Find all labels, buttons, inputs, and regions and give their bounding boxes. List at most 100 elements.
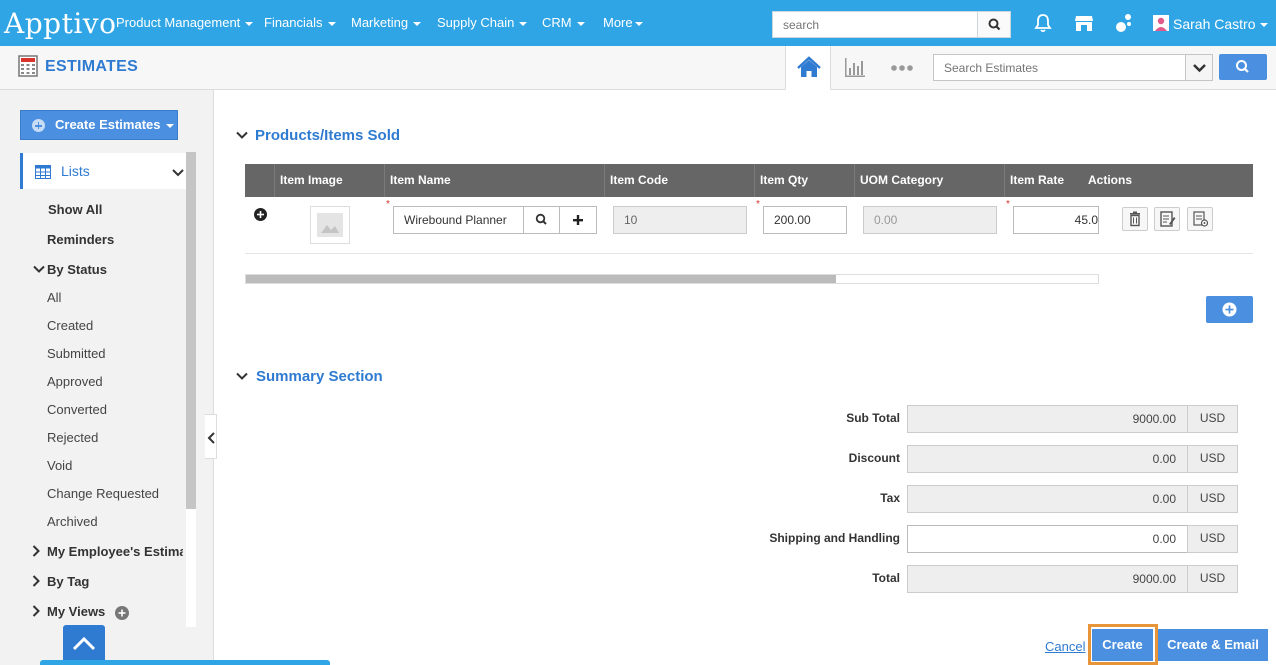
nav-supply-chain[interactable]: Supply Chain — [437, 15, 528, 30]
estimates-calculator-icon — [18, 55, 38, 77]
estimates-search-input[interactable] — [934, 55, 1184, 80]
integrations-icon[interactable] — [1113, 12, 1135, 34]
sidebar-item-my-views[interactable]: My Views — [47, 604, 105, 619]
global-search — [772, 11, 1011, 38]
create-button[interactable]: Create — [1092, 629, 1153, 661]
list-settings-icon — [1193, 211, 1209, 227]
item-search-button[interactable] — [523, 206, 560, 234]
image-icon — [317, 213, 343, 237]
bell-icon[interactable] — [1032, 12, 1054, 34]
nav-product-management[interactable]: Product Management — [116, 15, 254, 30]
store-icon[interactable] — [1073, 12, 1095, 34]
discount-label: Discount — [848, 451, 900, 465]
edit-note-icon — [1160, 211, 1176, 227]
col-item-image: Item Image — [280, 173, 343, 187]
user-avatar-icon — [1153, 15, 1169, 31]
summary-section-header[interactable]: Summary Section — [236, 368, 383, 385]
sidebar-collapse-toggle[interactable] — [205, 414, 217, 459]
add-item-button[interactable] — [559, 206, 597, 234]
plus-circle-icon — [32, 119, 45, 132]
search-icon — [988, 18, 1001, 31]
sidebar-status-converted[interactable]: Converted — [47, 402, 107, 417]
home-icon — [797, 56, 821, 77]
scroll-to-top-button[interactable] — [63, 625, 105, 665]
bottom-bar — [40, 660, 330, 665]
home-tab[interactable] — [785, 46, 831, 90]
nav-marketing[interactable]: Marketing — [351, 15, 422, 30]
tax-value: 0.00 — [907, 485, 1188, 513]
lists-label: Lists — [61, 163, 90, 179]
required-marker: * — [386, 199, 390, 210]
uom-category-field: 0.00 — [863, 206, 997, 234]
sidebar-scrollbar[interactable] — [186, 152, 196, 509]
top-navbar: Apptivo Product Management Financials Ma… — [0, 0, 1276, 46]
search-icon — [535, 213, 547, 225]
lists-header[interactable]: Lists — [20, 153, 186, 189]
sidebar-status-created[interactable]: Created — [47, 318, 93, 333]
item-code-field: 10 — [613, 206, 747, 234]
chevron-down-icon — [236, 372, 248, 380]
create-and-email-button[interactable]: Create & Email — [1158, 629, 1268, 661]
item-qty-input[interactable]: 200.00 — [763, 206, 847, 234]
shipping-currency: USD — [1187, 525, 1238, 553]
sidebar-status-void[interactable]: Void — [47, 458, 72, 473]
more-options-icon[interactable] — [890, 62, 914, 74]
nav-financials[interactable]: Financials — [264, 15, 336, 30]
item-name-input[interactable]: Wirebound Planner — [393, 206, 524, 234]
sidebar-item-show-all[interactable]: Show All — [48, 202, 102, 217]
nav-more[interactable]: More — [603, 15, 643, 30]
search-filter-dropdown[interactable] — [1185, 55, 1212, 80]
row-settings-button[interactable] — [1187, 207, 1213, 231]
sidebar-item-reminders[interactable]: Reminders — [47, 232, 114, 247]
chevron-right-icon — [32, 575, 40, 587]
col-item-rate: Item Rate — [1010, 173, 1065, 187]
sidebar-status-archived[interactable]: Archived — [47, 514, 98, 529]
items-table-header: Item Image Item Name Item Code Item Qty … — [245, 164, 1253, 197]
create-estimates-button[interactable]: Create Estimates — [20, 110, 178, 140]
col-item-name: Item Name — [390, 173, 451, 187]
nav-crm[interactable]: CRM — [542, 15, 585, 30]
subtotal-label: Sub Total — [846, 411, 900, 425]
sidebar-status-rejected[interactable]: Rejected — [47, 430, 98, 445]
plus-icon — [573, 215, 583, 225]
edit-description-button[interactable] — [1154, 207, 1180, 231]
delete-row-button[interactable] — [1122, 207, 1148, 231]
cancel-link[interactable]: Cancel — [1045, 639, 1085, 654]
item-rate-input[interactable]: 45.0 — [1013, 206, 1099, 234]
global-search-input[interactable] — [773, 12, 979, 37]
chevron-down-icon — [236, 131, 248, 139]
add-row-button[interactable] — [1206, 296, 1253, 323]
chevron-right-icon — [32, 545, 40, 557]
apptivo-logo[interactable]: Apptivo — [4, 7, 116, 40]
summary-section-title: Summary Section — [256, 368, 383, 385]
plus-circle-icon — [1222, 302, 1237, 317]
subtotal-value: 9000.00 — [907, 405, 1188, 433]
table-horizontal-scrollbar[interactable] — [245, 274, 1099, 284]
search-icon — [1236, 60, 1249, 73]
chevron-down-icon — [172, 169, 184, 177]
sidebar-status-change-requested[interactable]: Change Requested — [47, 486, 159, 501]
user-menu[interactable]: Sarah Castro — [1153, 15, 1269, 32]
shipping-input[interactable]: 0.00 — [907, 525, 1188, 553]
sidebar-item-my-employees-estimates[interactable]: My Employee's Estima — [47, 544, 183, 559]
tax-currency: USD — [1187, 485, 1238, 513]
products-section-header[interactable]: Products/Items Sold — [236, 127, 400, 144]
estimates-search-button[interactable] — [1219, 54, 1267, 80]
add-view-icon[interactable] — [115, 606, 129, 620]
sidebar: Create Estimates Lists Show All Reminder… — [0, 90, 214, 665]
global-search-button[interactable] — [977, 12, 1010, 37]
products-section-title: Products/Items Sold — [255, 127, 401, 144]
sidebar-item-by-tag[interactable]: By Tag — [47, 574, 89, 589]
sidebar-status-approved[interactable]: Approved — [47, 374, 103, 389]
sidebar-item-by-status[interactable]: By Status — [47, 262, 107, 277]
dashboard-chart-icon[interactable] — [843, 56, 867, 80]
item-image-placeholder[interactable] — [310, 206, 350, 244]
discount-currency: USD — [1187, 445, 1238, 473]
page-title: ESTIMATES — [45, 58, 139, 75]
chevron-down-icon — [1193, 64, 1206, 73]
expand-row-icon[interactable] — [254, 208, 267, 221]
table-scroll-thumb[interactable] — [246, 275, 836, 283]
discount-value: 0.00 — [907, 445, 1188, 473]
sidebar-status-all[interactable]: All — [47, 290, 61, 305]
sidebar-status-submitted[interactable]: Submitted — [47, 346, 106, 361]
